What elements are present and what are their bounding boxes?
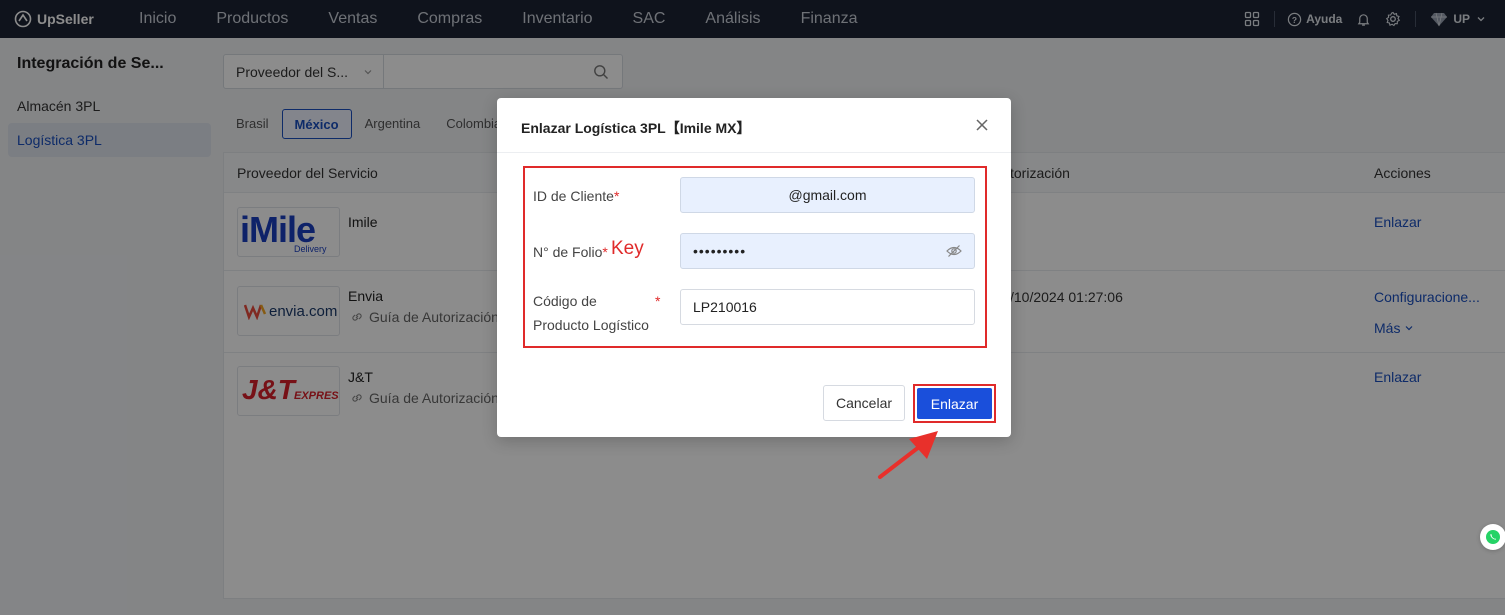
client-id-label: ID de Cliente* bbox=[533, 188, 620, 204]
client-id-input[interactable]: @gmail.com bbox=[680, 177, 975, 213]
cancel-button[interactable]: Cancelar bbox=[823, 385, 905, 421]
annotation-key-label: Key bbox=[611, 238, 644, 259]
link-logistics-dialog: Enlazar Logística 3PL【Imile MX】 ID de Cl… bbox=[497, 98, 1011, 437]
annotation-arrow-icon bbox=[878, 431, 938, 479]
whatsapp-chat-button[interactable] bbox=[1480, 524, 1505, 550]
close-icon[interactable] bbox=[975, 118, 989, 132]
folio-number-input[interactable]: ••••••••• bbox=[680, 233, 975, 269]
required-mark: * bbox=[613, 188, 620, 204]
dialog-divider bbox=[497, 152, 1011, 153]
eye-hidden-icon[interactable] bbox=[946, 244, 962, 258]
whatsapp-icon bbox=[1486, 530, 1500, 544]
logistics-product-code-label: Código de Producto Logístico bbox=[533, 293, 649, 333]
logistics-product-code-input[interactable]: LP210016 bbox=[680, 289, 975, 325]
required-mark: * bbox=[655, 293, 661, 309]
link-submit-button[interactable]: Enlazar bbox=[917, 388, 992, 419]
folio-number-label: N° de Folio* bbox=[533, 244, 608, 260]
required-mark: * bbox=[602, 244, 608, 260]
dialog-title: Enlazar Logística 3PL【Imile MX】 bbox=[521, 120, 751, 136]
